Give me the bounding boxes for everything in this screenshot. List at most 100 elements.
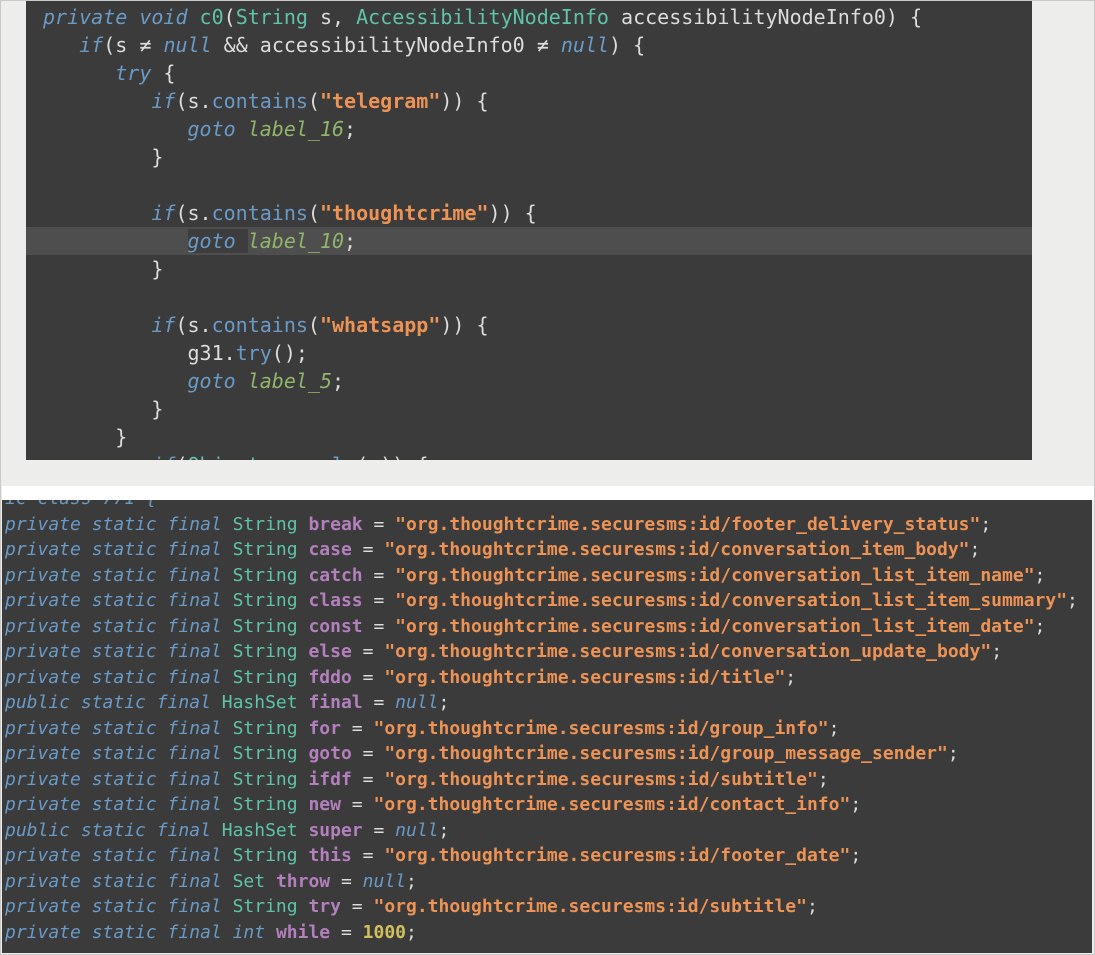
code-line: private static final String ifdf = "org.… (5, 767, 1092, 793)
code-line: if(s.contains("telegram")) { (43, 87, 1032, 115)
code-token: } (43, 257, 163, 281)
code-line: } (43, 423, 1032, 451)
code-token: class (308, 590, 362, 611)
code-token: break (308, 514, 362, 535)
code-token: = (330, 922, 363, 943)
code-line (43, 171, 1032, 199)
code-token: (); (272, 341, 308, 365)
code-token (298, 794, 309, 815)
code-token: "thoughtcrime" (320, 201, 489, 225)
code-token: case (308, 539, 351, 560)
code-line: } (43, 143, 1032, 171)
code-token: = (363, 590, 396, 611)
code-token: ) { (609, 33, 645, 57)
code-token: private static final (5, 514, 233, 535)
code-line: private static final String fddo = "org.… (5, 665, 1092, 691)
code-token: if (151, 201, 175, 225)
code-token (265, 871, 276, 892)
code-token: String (233, 667, 298, 688)
code-line: ic class 771 { (5, 500, 1092, 512)
code-line: if(s.contains("whatsapp")) { (43, 311, 1032, 339)
code-line: private static final Set throw = null; (5, 869, 1092, 895)
code-token: HashSet (222, 820, 298, 841)
code-token: contains (212, 201, 308, 225)
code-token: private static final int (5, 922, 276, 943)
code-line: private static final String catch = "org… (5, 563, 1092, 589)
code-token: equals (284, 453, 356, 460)
code-token: contains (212, 313, 308, 337)
code-line: private static final String case = "org.… (5, 537, 1092, 563)
code-line: if(s.contains("thoughtcrime")) { (43, 199, 1032, 227)
code-token: ( (175, 453, 187, 460)
code-token: String (233, 845, 298, 866)
code-token (298, 539, 309, 560)
code-token: ; (970, 539, 981, 560)
code-token: = (363, 565, 396, 586)
code-line: private static final String try = "org.t… (5, 894, 1092, 920)
code-token: null (363, 871, 406, 892)
code-token: Objects (188, 453, 272, 460)
bottom-code-panel: ic class 771 { private static final Strin… (2, 500, 1092, 953)
code-token: "org.thoughtcrime.securesms:id/subtitle" (384, 769, 817, 790)
code-token (298, 845, 309, 866)
code-token (298, 565, 309, 586)
code-line: public static final HashSet final = null… (5, 690, 1092, 716)
code-token: "org.thoughtcrime.securesms:id/subtitle" (373, 896, 806, 917)
code-token: g31. (43, 341, 236, 365)
code-line: private static final int while = 1000; (5, 920, 1092, 946)
code-token: null (395, 820, 438, 841)
code-token: ; (439, 820, 450, 841)
code-token (298, 514, 309, 535)
code-token: ; (807, 896, 818, 917)
code-token: = (363, 692, 396, 713)
code-token: String (233, 641, 298, 662)
code-token: private static final (5, 718, 233, 739)
code-token: ; (850, 845, 861, 866)
code-token: private static final (5, 667, 233, 688)
code-token: super (308, 820, 362, 841)
code-token: ; (1035, 565, 1046, 586)
code-token: while (276, 922, 330, 943)
code-token: . (272, 453, 284, 460)
code-line: private static final String for = "org.t… (5, 716, 1092, 742)
code-token: "org.thoughtcrime.securesms:id/conversat… (395, 616, 1034, 637)
code-token: contains (212, 89, 308, 113)
code-token: String (233, 514, 298, 535)
code-token: ; (439, 692, 450, 713)
code-token: ; (344, 117, 356, 141)
code-token: 1000 (363, 922, 406, 943)
code-token: private static final (5, 616, 233, 637)
code-token: public static final (5, 820, 222, 841)
code-token: ; (332, 369, 344, 393)
selected-text: goto (188, 229, 248, 253)
code-token: HashSet (222, 692, 298, 713)
code-token: String (233, 590, 298, 611)
code-token: null (163, 33, 211, 57)
code-token: = (352, 743, 385, 764)
code-token: } (43, 425, 127, 449)
code-token (298, 820, 309, 841)
code-token: if (151, 89, 175, 113)
code-token: new (308, 794, 341, 815)
code-token (298, 769, 309, 790)
code-token: null (561, 33, 609, 57)
top-code-panel: private void c0(String s, AccessibilityN… (26, 1, 1032, 460)
code-token (298, 590, 309, 611)
code-token: ; (406, 871, 417, 892)
code-token: private static final (5, 743, 233, 764)
code-token: "org.thoughtcrime.securesms:id/conversat… (395, 590, 1067, 611)
code-token: )) { (440, 313, 488, 337)
code-token: Set (233, 871, 266, 892)
code-token: try (308, 896, 341, 917)
code-token: ( (224, 5, 236, 29)
panel-separator (2, 486, 1094, 500)
code-token: ; (1035, 616, 1046, 637)
code-token: label_16 (248, 117, 344, 141)
code-token: public static final (5, 692, 222, 713)
highlighted-code-line: goto label_10; (26, 227, 1032, 255)
code-token: const (308, 616, 362, 637)
code-token: throw (276, 871, 330, 892)
code-token: private static final (5, 539, 233, 560)
code-token (43, 33, 79, 57)
code-token: String (233, 718, 298, 739)
